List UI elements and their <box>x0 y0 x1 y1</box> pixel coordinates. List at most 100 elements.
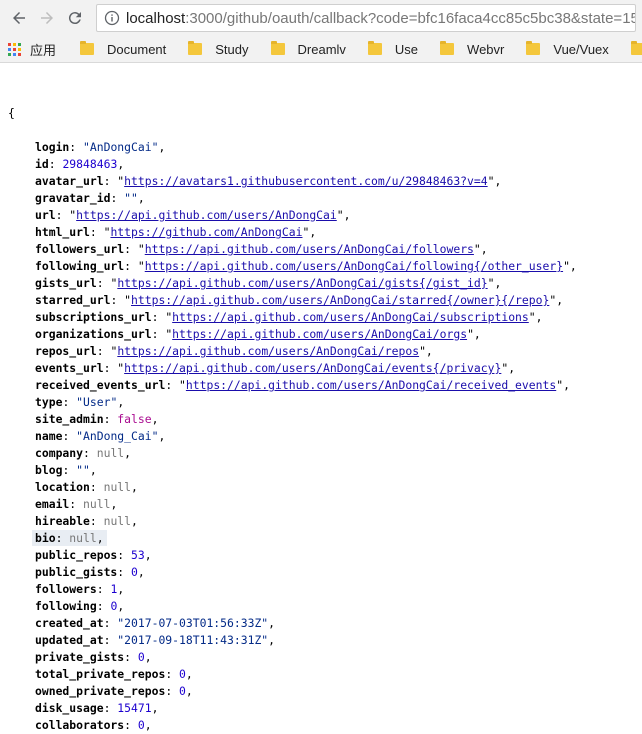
json-key: public_repos <box>35 548 118 562</box>
bookmark-item[interactable]: 应用 <box>8 40 56 59</box>
json-key: url <box>35 208 56 222</box>
json-value: "" <box>76 463 90 477</box>
forward-button[interactable] <box>34 5 60 31</box>
json-value: 0 <box>110 599 118 613</box>
bookmark-label: Vue/Vuex <box>553 41 609 57</box>
folder-icon <box>80 41 95 55</box>
json-value: "AnDong_Cai" <box>76 429 159 443</box>
json-key: id <box>35 157 49 171</box>
json-entry: type: "User", <box>35 395 125 409</box>
json-value: 0 <box>179 684 186 698</box>
json-key: bio <box>35 531 56 545</box>
info-icon[interactable] <box>104 10 120 26</box>
json-key: hireable <box>35 514 90 528</box>
json-url-link[interactable]: https://api.github.com/users/AnDongCai/e… <box>124 361 501 375</box>
json-key: avatar_url <box>35 174 104 188</box>
json-url-link[interactable]: https://github.com/AnDongCai <box>110 225 302 239</box>
json-key: events_url <box>35 361 104 375</box>
json-entry: public_gists: 0, <box>35 565 145 579</box>
json-entry: received_events_url: "https://api.github… <box>35 378 570 392</box>
bookmark-item[interactable]: Study <box>188 41 249 57</box>
json-key: received_events_url <box>35 378 166 392</box>
json-entry: subscriptions_url: "https://api.github.c… <box>35 310 543 324</box>
json-value: null <box>83 497 111 511</box>
url-text[interactable]: localhost:3000/github/oauth/callback?cod… <box>126 10 635 27</box>
json-entry: gists_url: "https://api.github.com/users… <box>35 276 502 290</box>
navigation-bar: localhost:3000/github/oauth/callback?cod… <box>0 0 642 36</box>
json-url-link[interactable]: https://api.github.com/users/AnDongCai/o… <box>172 327 467 341</box>
json-key: gists_url <box>35 276 97 290</box>
folder-icon <box>630 41 642 55</box>
json-entry: hireable: null, <box>35 514 138 528</box>
json-key: following_url <box>35 259 125 273</box>
json-key: organizations_url <box>35 327 152 341</box>
address-bar[interactable]: localhost:3000/github/oauth/callback?cod… <box>96 4 636 32</box>
json-value: "User" <box>76 395 118 409</box>
json-value: 0 <box>131 565 138 579</box>
bookmark-item[interactable]: Vue/Vuex <box>526 41 609 57</box>
json-key: site_admin <box>35 412 104 426</box>
json-entry: avatar_url: "https://avatars1.githubuser… <box>35 174 502 188</box>
json-url-link[interactable]: https://api.github.com/users/AnDongCai <box>76 208 337 222</box>
json-entry: blog: "", <box>35 463 97 477</box>
json-entry: email: null, <box>35 497 118 511</box>
json-entry: gravatar_id: "", <box>35 191 145 205</box>
json-key: followers_url <box>35 242 125 256</box>
bookmark-item[interactable]: Use <box>367 41 418 57</box>
json-entry: public_repos: 53, <box>35 548 152 562</box>
json-value: "AnDongCai" <box>83 140 159 154</box>
back-button[interactable] <box>6 5 32 31</box>
json-entry: starred_url: "https://api.github.com/use… <box>35 293 564 307</box>
reload-button[interactable] <box>62 5 88 31</box>
json-value: null <box>103 480 132 494</box>
json-key: email <box>35 497 70 511</box>
back-arrow-icon <box>13 12 25 24</box>
json-key: created_at <box>35 616 104 630</box>
json-url-link[interactable]: https://api.github.com/users/AnDongCai/r… <box>117 344 419 358</box>
json-key: login <box>35 140 70 154</box>
bookmark-item[interactable]: Funny <box>630 41 642 57</box>
json-key: location <box>35 480 90 494</box>
json-key: followers <box>35 582 97 596</box>
json-entry: location: null, <box>35 480 138 494</box>
json-value: 0 <box>137 650 145 664</box>
bookmark-item[interactable]: Document <box>80 41 167 57</box>
json-viewer: { login: "AnDongCai", id: 29848463, avatar… <box>0 63 642 734</box>
json-entry: site_admin: false, <box>35 412 159 426</box>
forward-arrow-icon <box>41 12 53 24</box>
json-url-link[interactable]: https://api.github.com/users/AnDongCai/f… <box>145 242 474 256</box>
folder-icon <box>440 41 455 55</box>
json-url-link[interactable]: https://api.github.com/users/AnDongCai/s… <box>172 310 529 324</box>
bookmark-item[interactable]: Webvr <box>440 41 504 57</box>
bookmark-label: 应用 <box>30 42 57 58</box>
json-url-link[interactable]: https://avatars1.githubusercontent.com/u… <box>124 174 487 188</box>
folder-icon <box>526 41 541 55</box>
json-key: private_gists <box>35 650 125 664</box>
json-url-link[interactable]: https://api.github.com/users/AnDongCai/f… <box>145 259 563 273</box>
json-key: company <box>35 446 84 460</box>
folder-icon <box>367 41 382 55</box>
json-url-link[interactable]: https://api.github.com/users/AnDongCai/s… <box>131 293 549 307</box>
json-entry: disk_usage: 15471, <box>35 701 159 715</box>
json-entry: following_url: "https://api.github.com/u… <box>35 259 577 273</box>
json-entry: html_url: "https://github.com/AnDongCai"… <box>35 225 317 239</box>
bookmark-label: Document <box>107 41 167 57</box>
json-url-link[interactable]: https://api.github.com/users/AnDongCai/g… <box>117 276 487 290</box>
json-key: updated_at <box>35 633 104 647</box>
json-entry: total_private_repos: 0, <box>35 667 193 681</box>
json-entry: private_gists: 0, <box>35 650 152 664</box>
json-key: subscriptions_url <box>35 310 152 324</box>
json-entry: following: 0, <box>35 599 125 613</box>
json-url-link[interactable]: https://api.github.com/users/AnDongCai/r… <box>186 378 556 392</box>
folder-icon <box>270 41 285 55</box>
json-entry: repos_url: "https://api.github.com/users… <box>35 344 433 358</box>
bookmark-item[interactable]: Dreamlv <box>270 41 346 57</box>
json-entry: updated_at: "2017-09-18T11:43:31Z", <box>35 633 276 647</box>
json-key: repos_url <box>35 344 97 358</box>
reload-icon <box>68 12 81 25</box>
apps-icon <box>8 42 21 56</box>
json-value: 0 <box>179 667 186 681</box>
json-value: "2017-07-03T01:56:33Z" <box>117 616 269 630</box>
json-entry: organizations_url: "https://api.github.c… <box>35 327 481 341</box>
folder-icon <box>188 41 203 55</box>
